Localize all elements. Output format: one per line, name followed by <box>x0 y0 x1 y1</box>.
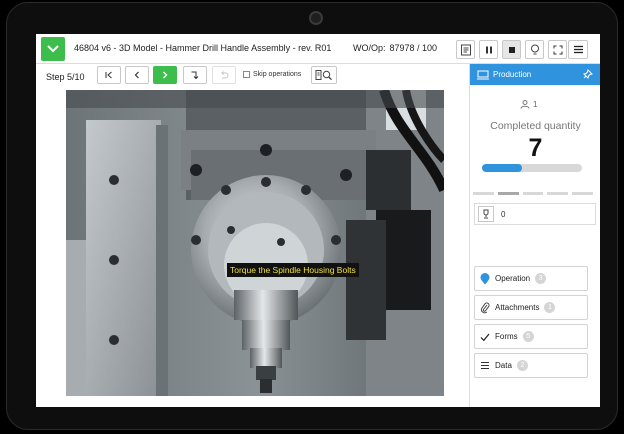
camera-icon <box>309 11 323 25</box>
menu-button[interactable] <box>568 40 588 59</box>
tile-data-label: Data <box>495 361 512 370</box>
page-indicator-segment[interactable] <box>473 192 494 195</box>
trophy-button[interactable] <box>478 206 494 222</box>
tile-operation[interactable]: Operation 3 <box>474 266 588 291</box>
tile-forms[interactable]: Forms 5 <box>474 324 588 349</box>
production-panel-title: Production <box>493 70 532 79</box>
first-step-button[interactable] <box>97 66 121 84</box>
toolbar-icons <box>456 40 567 59</box>
stop-icon <box>508 46 515 53</box>
step-toolbar: Step 5/10 Skip operations <box>36 64 466 90</box>
fullscreen-button[interactable] <box>548 40 567 59</box>
pause-icon <box>485 46 492 53</box>
skip-operations-label: Skip operations <box>253 71 302 78</box>
completed-quantity-label: Completed quantity <box>490 120 581 132</box>
user-icon <box>520 100 530 109</box>
tile-operation-count: 3 <box>535 273 547 284</box>
checkbox-box[interactable] <box>243 71 250 78</box>
pause-button[interactable] <box>479 40 498 59</box>
work-order: WO/Op: 87978 / 100 <box>353 43 437 53</box>
page-indicator-segment[interactable] <box>547 192 569 195</box>
tile-forms-count: 5 <box>522 331 534 342</box>
checkmark-icon <box>475 332 495 342</box>
tablet-frame: 46804 v6 - 3D Model - Hammer Drill Handl… <box>6 2 618 430</box>
jump-arrow-icon <box>191 71 199 80</box>
completed-quantity-value: 7 <box>528 134 543 162</box>
tile-operation-label: Operation <box>495 274 531 283</box>
report-button[interactable] <box>456 40 475 59</box>
tile-attachments[interactable]: Attachments 1 <box>474 295 588 320</box>
tile-data[interactable]: Data 2 <box>474 353 588 378</box>
zoom-button[interactable] <box>311 66 337 84</box>
production-panel-header[interactable]: Production <box>470 64 600 85</box>
chevron-down-icon <box>47 45 59 53</box>
cnc-spindle-illustration <box>66 90 444 396</box>
tile-data-count: 2 <box>516 360 528 371</box>
page-title: 46804 v6 - 3D Model - Hammer Drill Handl… <box>74 43 332 53</box>
production-icon <box>477 70 489 79</box>
next-step-button[interactable] <box>153 66 177 84</box>
pin-icon[interactable] <box>583 69 593 79</box>
hamburger-icon <box>573 45 583 54</box>
work-order-label: WO/Op: <box>353 43 386 53</box>
trophy-value: 0 <box>501 210 506 219</box>
step-caption: Torque the Spindle Housing Bolts <box>227 263 359 277</box>
completion-progress-fill <box>482 164 522 172</box>
operator-count-value: 1 <box>533 100 538 109</box>
tile-attachments-label: Attachments <box>495 303 540 312</box>
operation-image: Torque the Spindle Housing Bolts <box>66 90 444 396</box>
trophy-icon <box>483 209 489 219</box>
page-indicator-segment[interactable] <box>572 192 593 195</box>
top-bar: 46804 v6 - 3D Model - Hammer Drill Handl… <box>36 34 600 64</box>
page-indicator-segment[interactable] <box>497 192 519 195</box>
chevron-right-icon <box>163 71 168 79</box>
page-indicator-segment[interactable] <box>522 192 544 195</box>
tile-forms-label: Forms <box>495 332 518 341</box>
chevron-left-icon <box>134 71 139 79</box>
app-screen: 46804 v6 - 3D Model - Hammer Drill Handl… <box>36 34 600 407</box>
idea-button[interactable] <box>525 40 544 59</box>
jump-step-button[interactable] <box>183 66 207 84</box>
lightbulb-icon <box>530 44 539 54</box>
skip-operations-checkbox[interactable]: Skip operations <box>243 71 301 78</box>
production-panel: Production 1 Completed quantity 7 0 Oper… <box>469 64 600 407</box>
tile-attachments-count: 1 <box>544 302 556 313</box>
operator-count: 1 <box>520 100 537 109</box>
completion-progress-bar <box>482 164 582 172</box>
work-order-value: 87978 / 100 <box>389 43 438 53</box>
skip-back-icon <box>105 71 112 79</box>
paperclip-icon <box>475 302 495 314</box>
trophy-row: 0 <box>474 203 596 225</box>
fullscreen-icon <box>553 45 562 54</box>
previous-step-button[interactable] <box>125 66 149 84</box>
panel-page-indicator <box>473 192 593 195</box>
stop-button[interactable] <box>502 40 521 59</box>
undo-icon <box>221 71 229 79</box>
list-icon <box>475 361 495 370</box>
book-zoom-icon <box>315 70 332 81</box>
complete-step-button[interactable] <box>41 37 65 61</box>
step-counter: Step 5/10 <box>46 72 85 82</box>
location-pin-icon <box>475 272 495 285</box>
undo-button[interactable] <box>212 66 236 84</box>
document-icon <box>460 44 471 55</box>
